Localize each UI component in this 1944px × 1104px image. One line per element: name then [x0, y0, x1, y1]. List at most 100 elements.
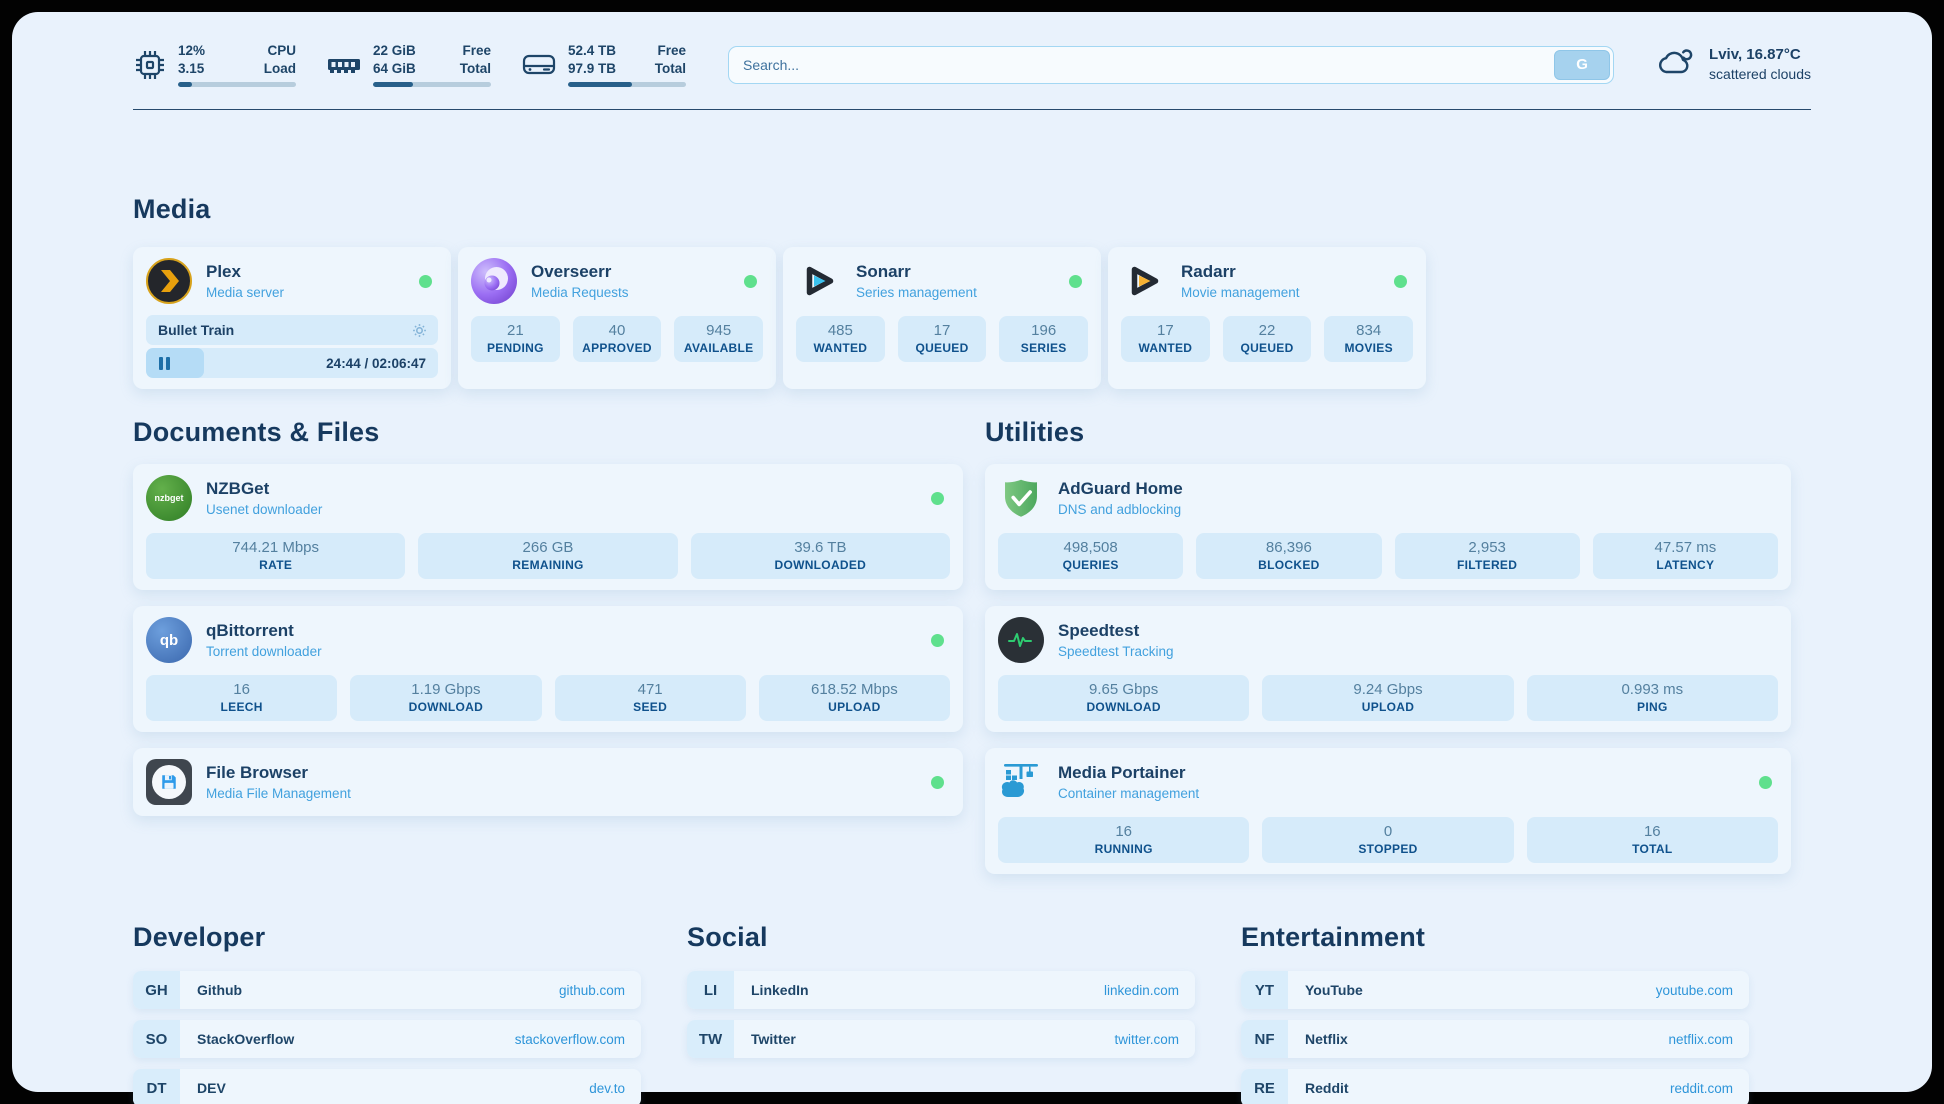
bookmark-github[interactable]: GH Github github.com	[133, 971, 641, 1009]
utilities-card-stack: AdGuard Home DNS and adblocking 498,508 …	[985, 464, 1791, 874]
floppy-disk-icon	[152, 765, 186, 799]
section-heading-social: Social	[687, 922, 1195, 953]
app-card-filebrowser[interactable]: File Browser Media File Management	[133, 748, 963, 816]
weather-condition: scattered clouds	[1709, 65, 1811, 84]
gear-icon[interactable]	[411, 322, 428, 339]
cpu-progress-fill	[178, 82, 192, 87]
disk-widget: 52.4 TB 97.9 TB Free Total	[521, 42, 686, 87]
social-column: Social LI LinkedIn linkedin.com TW Twitt…	[687, 922, 1195, 1058]
cpu-chip-icon	[133, 48, 167, 82]
stat-value: 9.24 Gbps	[1264, 681, 1511, 698]
adguard-header-row: AdGuard Home DNS and adblocking	[998, 475, 1778, 521]
weather-location-temp: Lviv, 16.87°C	[1709, 45, 1811, 65]
app-card-sonarr[interactable]: Sonarr Series management 485 WANTED 17 Q…	[783, 247, 1101, 389]
entertainment-links: YT YouTube youtube.com NF Netflix netfli…	[1241, 971, 1749, 1104]
utilities-column: Utilities	[985, 417, 1791, 874]
stat-value: 498,508	[1000, 539, 1181, 556]
bookmark-name: Github	[197, 982, 242, 998]
cloud-icon	[1656, 47, 1696, 82]
stat-box: 1.19 Gbps DOWNLOAD	[350, 675, 541, 721]
app-subtitle: Container management	[1058, 785, 1199, 803]
app-card-nzbget[interactable]: nzbget NZBGet Usenet downloader 744.21 M…	[133, 464, 963, 590]
bookmark-url: dev.to	[589, 1081, 625, 1096]
qbittorrent-titles: qBittorrent Torrent downloader	[206, 620, 322, 661]
stat-value: 17	[1123, 322, 1208, 339]
status-indicator	[931, 634, 944, 647]
memory-label-bottom: Total	[460, 60, 491, 78]
app-card-adguard[interactable]: AdGuard Home DNS and adblocking 498,508 …	[985, 464, 1791, 590]
stat-label: BLOCKED	[1198, 558, 1379, 572]
stat-value: 39.6 TB	[693, 539, 948, 556]
nzbget-titles: NZBGet Usenet downloader	[206, 478, 322, 519]
playback-progress-bar[interactable]: 24:44 / 02:06:47	[146, 348, 438, 378]
sonarr-header-row: Sonarr Series management	[796, 258, 1088, 304]
developer-column: Developer GH Github github.com SO StackO…	[133, 922, 641, 1104]
app-card-plex[interactable]: Plex Media server Bullet Train	[133, 247, 451, 389]
app-subtitle: Series management	[856, 284, 977, 302]
header-bar: 12% 3.15 CPU Load	[133, 12, 1811, 87]
bookmark-abbr: YT	[1241, 971, 1288, 1009]
status-indicator	[419, 275, 432, 288]
memory-label-top: Free	[462, 42, 491, 60]
app-subtitle: Torrent downloader	[206, 643, 322, 661]
stat-label: RATE	[148, 558, 403, 572]
sonarr-icon	[796, 258, 842, 304]
bookmark-abbr: SO	[133, 1020, 180, 1058]
stat-box: 485 WANTED	[796, 316, 885, 362]
bookmark-abbr: GH	[133, 971, 180, 1009]
weather-widget: Lviv, 16.87°C scattered clouds	[1656, 45, 1811, 84]
radarr-titles: Radarr Movie management	[1181, 261, 1300, 302]
app-card-qbittorrent[interactable]: qb qBittorrent Torrent downloader 16 LEE…	[133, 606, 963, 732]
bookmark-youtube[interactable]: YT YouTube youtube.com	[1241, 971, 1749, 1009]
header-divider	[133, 109, 1811, 110]
plex-now-playing-widget: Bullet Train 24:44 / 02:06:47	[146, 315, 438, 378]
bookmark-netflix[interactable]: NF Netflix netflix.com	[1241, 1020, 1749, 1058]
stat-label: REMAINING	[420, 558, 675, 572]
stat-label: APPROVED	[575, 341, 660, 355]
bookmark-linkedin[interactable]: LI LinkedIn linkedin.com	[687, 971, 1195, 1009]
nzbget-icon: nzbget	[146, 475, 192, 521]
stat-box: 17 WANTED	[1121, 316, 1210, 362]
adguard-titles: AdGuard Home DNS and adblocking	[1058, 478, 1183, 519]
memory-free-value: 22 GiB	[373, 42, 416, 60]
bookmark-dev[interactable]: DT DEV dev.to	[133, 1069, 641, 1104]
overseerr-titles: Overseerr Media Requests	[531, 261, 629, 302]
stat-label: DOWNLOAD	[352, 700, 539, 714]
qbittorrent-header-row: qb qBittorrent Torrent downloader	[146, 617, 950, 663]
bookmark-abbr: RE	[1241, 1069, 1288, 1104]
disk-total-value: 97.9 TB	[568, 60, 616, 78]
dashboard-panel: 12% 3.15 CPU Load	[12, 12, 1932, 1092]
stat-value: 0	[1264, 823, 1511, 840]
speedtest-stats: 9.65 Gbps DOWNLOAD 9.24 Gbps UPLOAD 0.99…	[998, 675, 1778, 721]
app-subtitle: Speedtest Tracking	[1058, 643, 1174, 661]
section-heading-developer: Developer	[133, 922, 641, 953]
bookmark-columns: Developer GH Github github.com SO StackO…	[133, 922, 1811, 1104]
cpu-widget-body: 12% 3.15 CPU Load	[178, 42, 296, 87]
qbittorrent-icon: qb	[146, 617, 192, 663]
app-card-speedtest[interactable]: Speedtest Speedtest Tracking 9.65 Gbps D…	[985, 606, 1791, 732]
bookmark-abbr: DT	[133, 1069, 180, 1104]
bookmark-stackoverflow[interactable]: SO StackOverflow stackoverflow.com	[133, 1020, 641, 1058]
app-card-portainer[interactable]: Media Portainer Container management 16 …	[985, 748, 1791, 874]
app-subtitle: Media Requests	[531, 284, 629, 302]
app-card-radarr[interactable]: Radarr Movie management 17 WANTED 22 QUE…	[1108, 247, 1426, 389]
cpu-label-bottom: Load	[264, 60, 296, 78]
adguard-stats: 498,508 QUERIES 86,396 BLOCKED 2,953 FIL…	[998, 533, 1778, 579]
bookmark-abbr: TW	[687, 1020, 734, 1058]
memory-progress-track	[373, 82, 491, 87]
memory-values: 22 GiB 64 GiB	[373, 42, 416, 77]
stat-label: DOWNLOADED	[693, 558, 948, 572]
bookmark-url: twitter.com	[1114, 1032, 1179, 1047]
search-engine-button[interactable]: G	[1554, 50, 1610, 80]
search-input[interactable]	[728, 46, 1614, 84]
memory-widget-body: 22 GiB 64 GiB Free Total	[373, 42, 491, 87]
stat-value: 86,396	[1198, 539, 1379, 556]
bookmark-reddit[interactable]: RE Reddit reddit.com	[1241, 1069, 1749, 1104]
stat-value: 21	[473, 322, 558, 339]
stat-label: QUEUED	[1225, 341, 1310, 355]
speedtest-titles: Speedtest Speedtest Tracking	[1058, 620, 1174, 661]
bookmark-twitter[interactable]: TW Twitter twitter.com	[687, 1020, 1195, 1058]
app-card-overseerr[interactable]: Overseerr Media Requests 21 PENDING 40 A…	[458, 247, 776, 389]
now-playing-title: Bullet Train	[158, 322, 234, 338]
pause-icon[interactable]	[159, 357, 170, 370]
